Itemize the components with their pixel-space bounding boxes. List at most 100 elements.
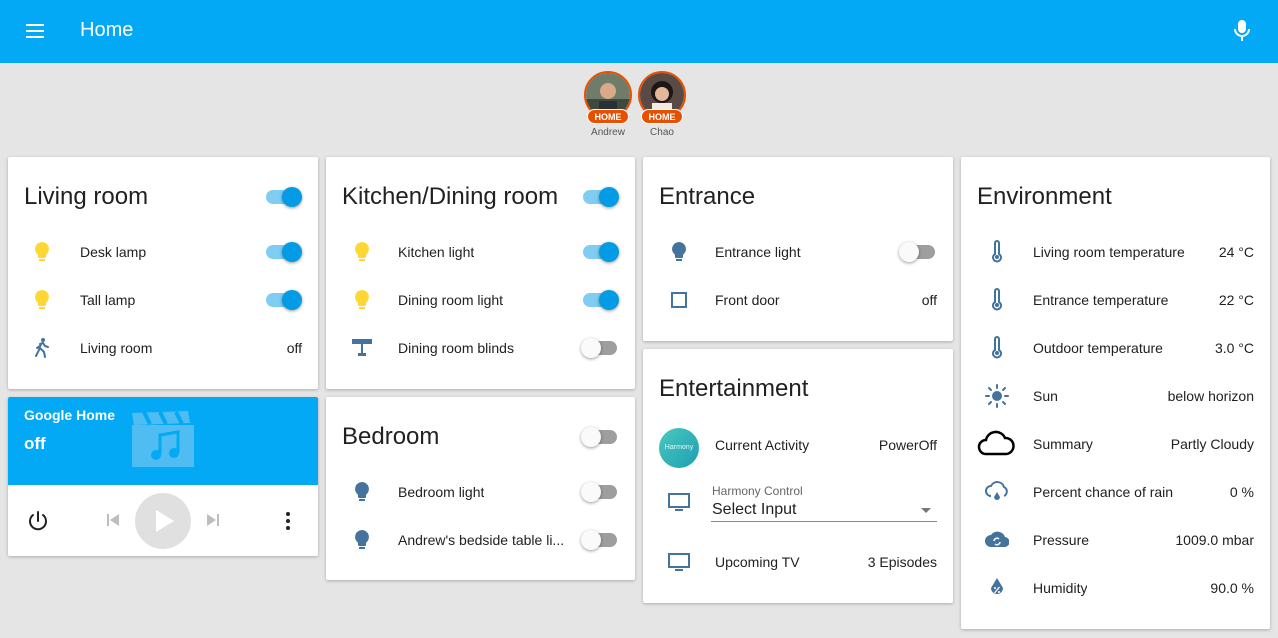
entity-row-dining-room-blinds[interactable]: Dining room blinds: [326, 328, 635, 368]
thermometer-icon: [985, 288, 1009, 312]
card-title: Entrance: [659, 183, 756, 210]
entrance-light-toggle[interactable]: [899, 240, 937, 264]
kitchen-group-toggle[interactable]: [581, 185, 619, 209]
entity-label: Living room temperature: [1033, 244, 1185, 260]
entity-label: Bedroom light: [398, 484, 485, 500]
entity-row-front-door[interactable]: Front door off: [643, 280, 953, 320]
card-title: Kitchen/Dining room: [342, 183, 559, 210]
entity-row-sun[interactable]: Sun below horizon: [961, 376, 1270, 416]
entity-row-living-room-motion[interactable]: Living room off: [8, 328, 318, 368]
card-title: Entertainment: [659, 375, 809, 402]
movie-icon: [132, 411, 194, 467]
entity-row-desk-lamp[interactable]: Desk lamp: [8, 232, 318, 272]
dining-room-blinds-toggle[interactable]: [581, 336, 619, 360]
entity-row-humidity[interactable]: Humidity 90.0 %: [961, 568, 1270, 608]
tall-lamp-toggle[interactable]: [264, 288, 302, 312]
entity-row-entrance-light[interactable]: Entrance light: [643, 232, 953, 272]
entity-label: Outdoor temperature: [1033, 340, 1163, 356]
entity-row-bedroom-light[interactable]: Bedroom light: [326, 472, 635, 512]
entity-label: Desk lamp: [80, 244, 147, 260]
microphone-icon[interactable]: [1230, 18, 1254, 44]
bedroom-group-toggle[interactable]: [581, 425, 619, 449]
entity-label: Humidity: [1033, 580, 1088, 596]
entity-label: Sun: [1033, 388, 1058, 404]
bedroom-card: Bedroom Bedroom light Andrew's bedside t…: [326, 397, 635, 580]
walk-icon: [30, 336, 54, 360]
entity-label: Entrance temperature: [1033, 292, 1169, 308]
entity-row-current-activity[interactable]: Harmony Current Activity PowerOff: [643, 424, 953, 472]
lightbulb-icon: [667, 240, 691, 264]
status-badge: HOME: [641, 109, 683, 124]
person-name: Andrew: [591, 127, 625, 138]
entity-label: Living room: [80, 340, 153, 356]
entity-label: Dining room light: [398, 292, 504, 308]
entity-label: Summary: [1033, 436, 1093, 452]
entity-label: Entrance light: [715, 244, 801, 260]
person-name: Chao: [650, 127, 674, 138]
app-toolbar: Home: [0, 0, 1278, 63]
card-title: Environment: [977, 183, 1112, 210]
entity-label: Andrew's bedside table li...: [398, 532, 565, 548]
media-header: Google Home off: [8, 397, 318, 485]
entity-row-dining-room-light[interactable]: Dining room light: [326, 280, 635, 320]
entity-label: Current Activity: [715, 437, 810, 453]
media-player-state: off: [24, 434, 46, 453]
entity-state: 3 Episodes: [867, 554, 937, 570]
entity-label: Percent chance of rain: [1033, 484, 1174, 500]
lightbulb-icon: [30, 240, 54, 264]
person-badge-andrew[interactable]: HOME Andrew: [584, 71, 632, 138]
play-button[interactable]: [135, 493, 191, 549]
entity-label: Tall lamp: [80, 292, 136, 308]
sun-icon: [985, 384, 1009, 408]
person-badge-chao[interactable]: HOME Chao: [638, 71, 686, 138]
entity-row-bedside-table-light[interactable]: Andrew's bedside table li...: [326, 520, 635, 560]
rain-cloud-icon: [985, 480, 1009, 504]
entity-state: 24 °C: [1218, 244, 1254, 260]
dropdown-arrow-icon[interactable]: [921, 508, 931, 513]
entity-row-pressure[interactable]: Pressure 1009.0 mbar: [961, 520, 1270, 560]
play-icon: [156, 510, 174, 532]
kitchen-light-toggle[interactable]: [581, 240, 619, 264]
lightbulb-icon: [30, 288, 54, 312]
media-player-card: Google Home off: [8, 397, 318, 556]
entity-row-upcoming-tv[interactable]: Upcoming TV 3 Episodes: [643, 542, 953, 582]
entity-label: Dining room blinds: [398, 340, 514, 356]
entity-state: off: [921, 292, 937, 308]
cloud-sync-icon: [985, 528, 1010, 552]
bedroom-light-toggle[interactable]: [581, 480, 619, 504]
bedside-table-light-toggle[interactable]: [581, 528, 619, 552]
entity-row-outdoor-temperature[interactable]: Outdoor temperature 3.0 °C: [961, 328, 1270, 368]
power-icon[interactable]: [26, 509, 50, 533]
harmony-input-select[interactable]: Harmony Control Select Input: [711, 478, 937, 522]
entity-state: Partly Cloudy: [1170, 436, 1254, 452]
entity-row-living-room-temperature[interactable]: Living room temperature 24 °C: [961, 232, 1270, 272]
monitor-icon: [667, 550, 691, 574]
dining-room-light-toggle[interactable]: [581, 288, 619, 312]
more-vertical-icon[interactable]: [276, 509, 300, 533]
living-room-card: Living room Desk lamp Tall lamp Living r…: [8, 157, 318, 389]
desk-lamp-toggle[interactable]: [264, 240, 302, 264]
entity-state: 22 °C: [1218, 292, 1254, 308]
living-room-group-toggle[interactable]: [264, 185, 302, 209]
skip-next-icon[interactable]: [204, 511, 222, 529]
harmony-logo: Harmony: [659, 428, 699, 468]
lightbulb-icon: [350, 528, 374, 552]
thermometer-icon: [985, 336, 1009, 360]
status-badge: HOME: [587, 109, 629, 124]
entity-row-entrance-temperature[interactable]: Entrance temperature 22 °C: [961, 280, 1270, 320]
select-value: Select Input: [712, 501, 797, 518]
entity-label: Upcoming TV: [715, 554, 800, 570]
entity-row-tall-lamp[interactable]: Tall lamp: [8, 280, 318, 320]
entity-state: 1009.0 mbar: [1175, 532, 1254, 548]
entity-state: 90.0 %: [1210, 580, 1254, 596]
menu-icon[interactable]: [24, 21, 48, 41]
entity-row-chance-of-rain[interactable]: Percent chance of rain 0 %: [961, 472, 1270, 512]
lightbulb-icon: [350, 480, 374, 504]
card-title: Living room: [24, 183, 149, 210]
cloud-icon: [977, 430, 1015, 458]
entity-row-kitchen-light[interactable]: Kitchen light: [326, 232, 635, 272]
environment-card: Environment Living room temperature 24 °…: [961, 157, 1270, 629]
entity-row-summary[interactable]: Summary Partly Cloudy: [961, 424, 1270, 464]
skip-previous-icon[interactable]: [104, 511, 122, 529]
entity-row-harmony-control: Harmony Control Select Input: [643, 478, 953, 526]
